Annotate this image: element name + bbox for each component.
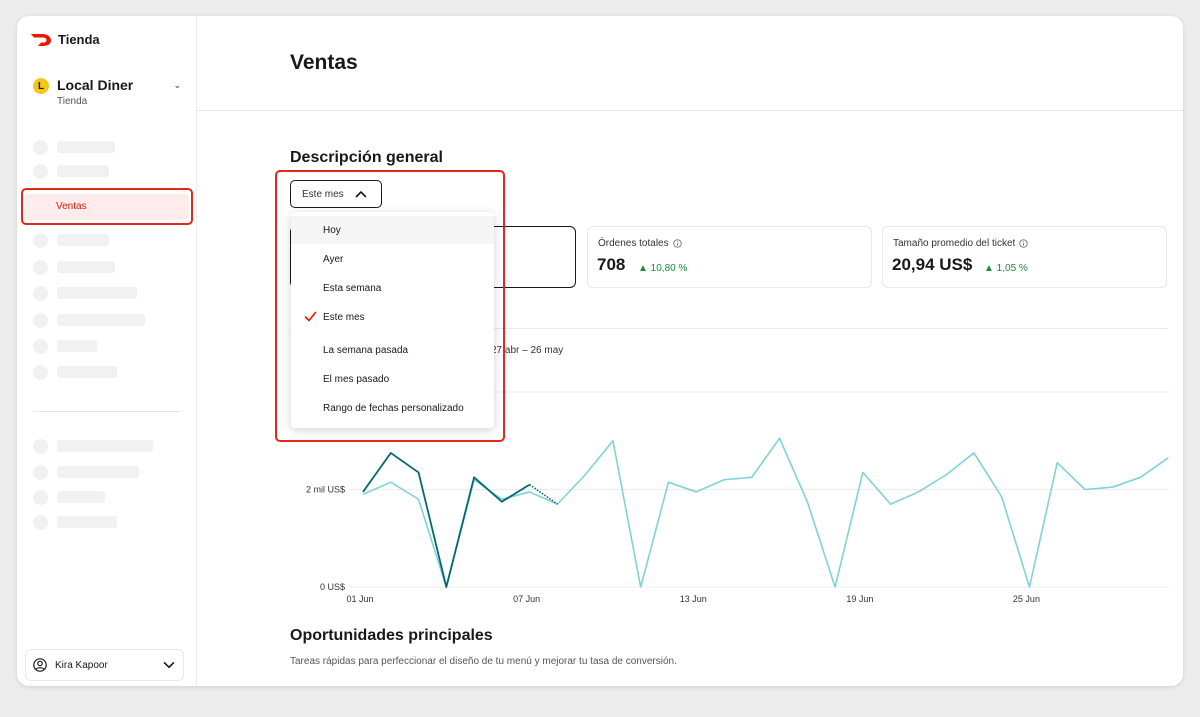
chevron-down-icon[interactable]: ⌄ bbox=[173, 80, 181, 91]
sidebar-item-placeholder[interactable] bbox=[33, 285, 137, 301]
x-tick-label: 19 Jun bbox=[846, 594, 873, 604]
menu-item[interactable]: El mes pasado bbox=[291, 365, 494, 393]
user-menu[interactable]: Kira Kapoor bbox=[25, 649, 184, 681]
menu-item-label: Esta semana bbox=[323, 283, 382, 294]
sidebar-item-placeholder[interactable] bbox=[33, 163, 109, 179]
menu-item[interactable]: Hoy bbox=[291, 216, 494, 244]
page-title: Ventas bbox=[290, 51, 358, 74]
menu-item[interactable]: Ayer bbox=[291, 245, 494, 273]
date-range-menu: Hoy Ayer Esta semana Este mes La semana pasa… bbox=[291, 212, 494, 428]
brand[interactable]: Tienda bbox=[30, 32, 100, 47]
kpi-card-orders[interactable]: Órdenes totales 708 ▲ 10,80 % bbox=[587, 226, 872, 288]
x-tick-label: 01 Jun bbox=[346, 594, 373, 604]
date-range-select[interactable]: Este mes bbox=[290, 180, 382, 208]
placeholder-icon bbox=[33, 285, 48, 301]
menu-item-label: Ayer bbox=[323, 254, 344, 265]
x-tick-label: 07 Jun bbox=[513, 594, 540, 604]
store-name: Local Diner bbox=[57, 77, 134, 93]
sidebar-item-placeholder[interactable] bbox=[33, 312, 145, 328]
menu-item[interactable]: Esta semana bbox=[291, 274, 494, 302]
sidebar: Tienda L Local Diner Tienda ⌄ Ventas Kir… bbox=[17, 16, 197, 686]
opportunities-title: Oportunidades principales bbox=[290, 627, 493, 644]
sidebar-item-placeholder[interactable] bbox=[33, 438, 153, 454]
sidebar-item-placeholder[interactable] bbox=[33, 489, 105, 505]
sidebar-item-placeholder[interactable] bbox=[33, 364, 117, 380]
sidebar-item-ventas[interactable]: Ventas bbox=[25, 194, 189, 220]
sidebar-item-placeholder[interactable] bbox=[33, 259, 115, 275]
placeholder-label bbox=[57, 165, 109, 177]
placeholder-icon bbox=[33, 163, 48, 179]
date-range-value: Este mes bbox=[302, 189, 344, 200]
placeholder-icon bbox=[33, 338, 48, 354]
menu-item[interactable]: La semana pasada bbox=[291, 336, 494, 364]
series-line-current bbox=[362, 452, 531, 588]
placeholder-label bbox=[57, 516, 117, 528]
kpi-value: 708 bbox=[597, 255, 626, 274]
placeholder-label bbox=[57, 287, 137, 299]
placeholder-icon bbox=[33, 259, 48, 275]
brand-name: Tienda bbox=[58, 32, 100, 47]
kpi-label-text: Órdenes totales bbox=[598, 238, 669, 249]
sidebar-item-placeholder[interactable] bbox=[33, 514, 117, 530]
placeholder-icon bbox=[33, 489, 48, 505]
kpi-change: ▲ 1,05 % bbox=[984, 263, 1028, 274]
kpi-value: 20,94 US$ bbox=[892, 255, 973, 274]
placeholder-icon bbox=[33, 438, 48, 454]
kpi-label: Órdenes totales bbox=[598, 238, 682, 249]
menu-item-label: Rango de fechas personalizado bbox=[323, 403, 464, 414]
sidebar-item-label: Ventas bbox=[56, 201, 87, 212]
series-line-comparison bbox=[362, 437, 1169, 588]
menu-item-label: La semana pasada bbox=[323, 345, 409, 356]
menu-item[interactable]: Rango de fechas personalizado bbox=[291, 394, 494, 422]
placeholder-label bbox=[57, 141, 115, 153]
placeholder-icon bbox=[33, 139, 48, 155]
placeholder-icon bbox=[33, 232, 48, 248]
y-tick-label: 0 US$ bbox=[320, 582, 345, 592]
x-tick-label: 25 Jun bbox=[1013, 594, 1040, 604]
placeholder-label bbox=[57, 234, 109, 246]
info-icon[interactable] bbox=[672, 239, 682, 248]
sidebar-item-placeholder[interactable] bbox=[33, 338, 97, 354]
sidebar-item-placeholder[interactable] bbox=[33, 464, 139, 480]
info-icon[interactable] bbox=[1019, 239, 1028, 248]
placeholder-icon bbox=[33, 364, 48, 380]
app-window: Tienda L Local Diner Tienda ⌄ Ventas Kir… bbox=[17, 16, 1183, 686]
placeholder-icon bbox=[33, 464, 48, 480]
user-icon bbox=[33, 658, 47, 672]
sidebar-item-placeholder[interactable] bbox=[33, 139, 115, 155]
check-icon bbox=[304, 311, 317, 322]
store-avatar: L bbox=[33, 78, 49, 94]
menu-item-label: Este mes bbox=[323, 312, 365, 323]
placeholder-icon bbox=[33, 312, 48, 328]
placeholder-label bbox=[57, 466, 139, 478]
kpi-change: ▲ 10,80 % bbox=[638, 263, 688, 274]
sidebar-item-placeholder[interactable] bbox=[33, 232, 109, 248]
opportunities-subtitle: Tareas rápidas para perfeccionar el dise… bbox=[290, 656, 677, 667]
placeholder-label bbox=[57, 314, 145, 326]
store-type: Tienda bbox=[57, 96, 88, 107]
section-title: Descripción general bbox=[290, 149, 443, 166]
sidebar-divider bbox=[33, 411, 180, 412]
placeholder-label bbox=[57, 491, 105, 503]
chevron-down-icon[interactable] bbox=[162, 658, 176, 672]
header-divider bbox=[197, 110, 1183, 111]
brand-logo-icon bbox=[31, 33, 51, 46]
placeholder-label bbox=[57, 440, 153, 452]
placeholder-label bbox=[57, 366, 117, 378]
menu-item[interactable]: Este mes bbox=[291, 303, 494, 331]
kpi-label-text: Tamaño promedio del ticket bbox=[893, 238, 1016, 249]
kpi-card-avg-ticket[interactable]: Tamaño promedio del ticket 20,94 US$ ▲ 1… bbox=[882, 226, 1167, 288]
x-tick-label: 13 Jun bbox=[680, 594, 707, 604]
y-tick-label: 2 mil US$ bbox=[306, 485, 345, 495]
user-name: Kira Kapoor bbox=[55, 660, 108, 671]
chevron-up-icon bbox=[355, 191, 367, 198]
kpi-label: Tamaño promedio del ticket bbox=[893, 238, 1028, 249]
compare-range-label: 27 abr – 26 may bbox=[491, 345, 564, 356]
menu-item-label: Hoy bbox=[323, 225, 341, 236]
menu-item-label: El mes pasado bbox=[323, 374, 390, 385]
placeholder-label bbox=[57, 340, 97, 352]
placeholder-label bbox=[57, 261, 115, 273]
placeholder-icon bbox=[33, 514, 48, 530]
